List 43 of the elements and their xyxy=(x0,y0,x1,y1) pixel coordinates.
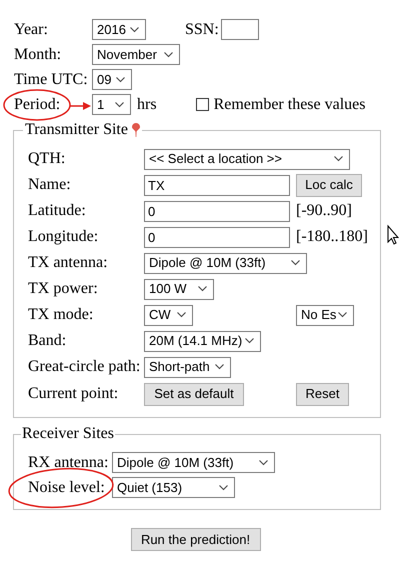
dropdown[interactable]: No Es xyxy=(296,304,354,326)
dropdown[interactable]: 2016 xyxy=(92,19,146,40)
run-button[interactable]: Run the prediction! xyxy=(130,528,260,551)
field-label: SSN: xyxy=(185,20,219,40)
section-title: Receiver Sites xyxy=(22,425,114,442)
dropdown[interactable]: Dipole @ 10M (33ft) xyxy=(112,452,275,473)
unit-label: hrs xyxy=(137,94,157,114)
button[interactable]: Set as default xyxy=(144,382,244,406)
field-label: Year: xyxy=(14,20,49,40)
field-label: Period: xyxy=(14,96,60,112)
range-hint: [-90..90] xyxy=(296,201,352,221)
field-label: TX mode: xyxy=(28,305,94,325)
dropdown[interactable]: Dipole @ 10M (33ft) xyxy=(144,252,307,274)
field-label: Current point: xyxy=(28,384,120,404)
field-label: QTH: xyxy=(28,149,66,169)
field-label: Band: xyxy=(28,331,68,351)
field-label: Longitude: xyxy=(28,227,100,247)
field-label: Noise level: xyxy=(28,478,105,496)
checkbox-label: Remember these values xyxy=(214,94,366,114)
dropdown[interactable]: 100 W xyxy=(144,278,214,300)
button[interactable]: Reset xyxy=(296,382,349,406)
field-label: RX antenna: xyxy=(28,454,108,470)
range-hint: [-180..180] xyxy=(296,227,368,247)
dropdown[interactable]: November xyxy=(92,44,180,65)
field-label: Time UTC: xyxy=(14,70,89,90)
field-label: Great-circle path: xyxy=(28,357,142,377)
input-field[interactable]: 0 xyxy=(144,226,290,248)
field-label: Month: xyxy=(14,44,62,64)
button[interactable]: Loc calc xyxy=(296,174,362,196)
dropdown[interactable]: << Select a location >> xyxy=(144,148,350,170)
field-label: Name: xyxy=(28,175,72,195)
section-title: Transmitter Site xyxy=(25,120,128,140)
field-label: TX power: xyxy=(28,279,99,299)
dropdown[interactable]: 1 xyxy=(92,94,131,115)
dropdown[interactable]: Quiet (153) xyxy=(112,477,235,498)
dropdown[interactable]: 09 xyxy=(92,69,132,90)
field-label: TX antenna: xyxy=(28,253,109,273)
dropdown[interactable]: Short-path xyxy=(144,356,231,378)
dropdown[interactable]: CW xyxy=(144,304,193,326)
input-field[interactable]: TX xyxy=(144,174,290,196)
dropdown[interactable]: 20M (14.1 MHz) xyxy=(144,330,261,352)
field-label: Latitude: xyxy=(28,201,87,221)
input-field[interactable]: 0 xyxy=(144,200,290,222)
